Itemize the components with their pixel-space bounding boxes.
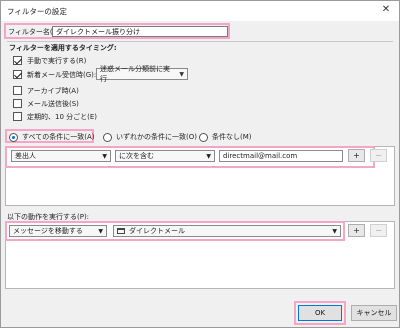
condition-operator-value: に次を含む	[119, 152, 154, 160]
ok-button[interactable]: OK	[298, 305, 342, 321]
on-receive-checkbox[interactable]: 新着メール受信時(G):	[13, 69, 96, 80]
checkbox-unchecked[interactable]	[13, 86, 22, 95]
receive-timing-value: 迷惑メール分類前に実行	[100, 65, 170, 83]
condition-value-input[interactable]: directmail@mail.com	[219, 150, 343, 162]
filter-name-row: フィルター名(I):	[4, 23, 230, 39]
archive-label: アーカイブ時(A)	[27, 86, 79, 95]
radio-selected[interactable]	[9, 132, 18, 142]
chevron-down-icon: ▼	[98, 227, 103, 235]
checkbox-unchecked[interactable]	[13, 112, 22, 121]
manual-run-checkbox[interactable]: 手動で実行する(R)	[13, 55, 86, 66]
manual-run-label: 手動で実行する(R)	[27, 56, 87, 65]
remove-condition-button[interactable]: −	[370, 149, 387, 162]
condition-field-dropdown[interactable]: 差出人 ▼	[11, 150, 111, 162]
chevron-down-icon: ▼	[102, 152, 107, 160]
receive-timing-dropdown[interactable]: 迷惑メール分類前に実行 ▼	[96, 65, 188, 83]
radio-unselected[interactable]	[199, 132, 208, 142]
checkbox-checked[interactable]	[13, 70, 22, 79]
radio-unselected[interactable]	[103, 132, 112, 142]
target-folder-dropdown[interactable]: ダイレクトメール ▼	[113, 225, 341, 237]
radio-match-none[interactable]: 条件なし(M)	[199, 132, 252, 142]
title-bar: フィルターの設定 ✕	[1, 1, 399, 21]
archive-checkbox[interactable]: アーカイブ時(A)	[13, 85, 79, 96]
on-receive-label: 新着メール受信時(G):	[27, 70, 97, 79]
action-type-dropdown[interactable]: メッセージを移動する ▼	[9, 225, 107, 237]
chevron-down-icon: ▼	[206, 152, 211, 160]
timing-group-label: フィルターを適用するタイミング:	[9, 43, 119, 53]
cancel-button[interactable]: キャンセル	[351, 305, 397, 321]
dialog-title: フィルターの設定	[7, 7, 67, 16]
periodic-label: 定期的、10 分ごと(E)	[27, 112, 98, 121]
radio-match-any[interactable]: いずれかの条件に一致(O)	[103, 132, 197, 142]
checkbox-unchecked[interactable]	[13, 99, 22, 108]
folder-icon	[117, 228, 125, 234]
action-type-value: メッセージを移動する	[13, 227, 83, 235]
chevron-down-icon: ▼	[332, 227, 337, 235]
filter-name-input[interactable]	[52, 26, 228, 37]
radio-match-all[interactable]: すべての条件に一致(A)	[9, 132, 94, 142]
match-none-label: 条件なし(M)	[212, 133, 252, 141]
periodic-checkbox[interactable]: 定期的、10 分ごと(E)	[13, 111, 97, 122]
condition-operator-dropdown[interactable]: に次を含む ▼	[115, 150, 215, 162]
chevron-down-icon: ▼	[179, 70, 184, 78]
add-condition-button[interactable]: +	[348, 149, 365, 162]
checkbox-checked[interactable]	[13, 56, 22, 65]
condition-field-value: 差出人	[15, 152, 36, 160]
add-action-button[interactable]: +	[348, 224, 365, 237]
after-send-label: メール送信後(S)	[27, 99, 79, 108]
after-send-checkbox[interactable]: メール送信後(S)	[13, 98, 79, 109]
target-folder-value: ダイレクトメール	[129, 227, 185, 235]
filter-settings-dialog: フィルターの設定 ✕ フィルター名(I): フィルターを適用するタイミング: 手…	[0, 0, 400, 328]
condition-value-text: directmail@mail.com	[223, 152, 298, 160]
close-icon[interactable]: ✕	[379, 3, 393, 17]
remove-action-button[interactable]: −	[370, 224, 387, 237]
match-any-label: いずれかの条件に一致(O)	[116, 133, 197, 141]
match-all-label: すべての条件に一致(A)	[22, 133, 95, 141]
